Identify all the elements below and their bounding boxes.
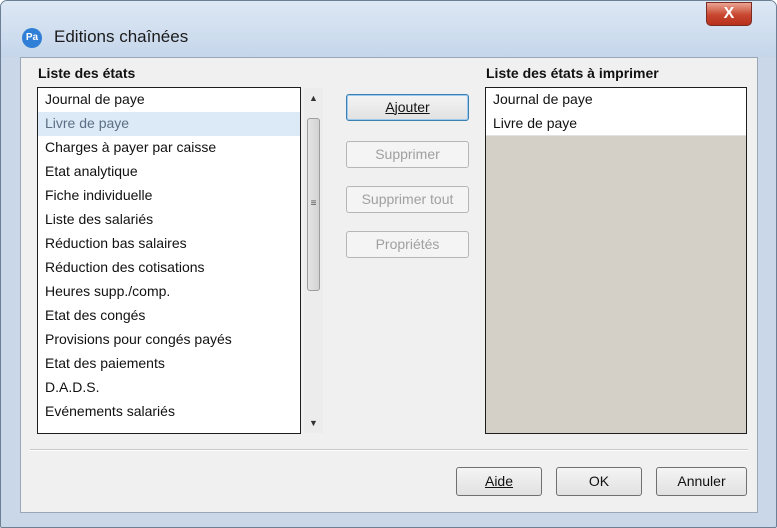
separator	[30, 449, 748, 451]
list-item[interactable]: Journal de paye	[486, 88, 746, 112]
reports-to-print-list[interactable]: Journal de paye Livre de paye	[485, 87, 747, 434]
remove-button-label: Supprimer	[375, 146, 440, 162]
close-icon: X	[723, 5, 735, 22]
properties-button-label: Propriétés	[375, 236, 440, 252]
list-item[interactable]: Provisions pour congés payés	[38, 328, 300, 352]
list-item[interactable]: Fiche individuelle	[38, 184, 300, 208]
list-item[interactable]: Etat des paiements	[38, 352, 300, 376]
ok-button-label: OK	[588, 473, 610, 489]
editions-dialog: Pa Editions chaînées X Liste des états J…	[0, 0, 777, 528]
list-item-selected[interactable]: Livre de paye	[38, 112, 300, 136]
window-title: Editions chaînées	[54, 27, 189, 46]
list-item[interactable]: Réduction bas salaires	[38, 232, 300, 256]
list-item[interactable]: D.A.D.S.	[38, 376, 300, 400]
list-item[interactable]: Livre de paye	[486, 112, 746, 136]
scrollbar-thumb[interactable]: ≡	[307, 118, 320, 291]
list-item[interactable]: Etat des congés	[38, 304, 300, 328]
list-item[interactable]: Journal de paye	[38, 88, 300, 112]
remove-all-button[interactable]: Supprimer tout	[346, 186, 469, 213]
left-list-label: Liste des états	[38, 65, 136, 81]
vertical-scrollbar[interactable]: ▲ ≡ ▼	[304, 88, 323, 433]
list-item[interactable]: Liste des salariés	[38, 208, 300, 232]
cancel-button-label: Annuler	[677, 473, 726, 489]
close-button[interactable]: X	[706, 2, 752, 26]
right-list-label: Liste des états à imprimer	[486, 65, 659, 81]
list-item[interactable]: Etat analytique	[38, 160, 300, 184]
cancel-button[interactable]: Annuler	[656, 467, 747, 496]
properties-button[interactable]: Propriétés	[346, 231, 469, 258]
remove-all-button-label: Supprimer tout	[361, 191, 454, 207]
ok-button[interactable]: OK	[556, 467, 642, 496]
list-item[interactable]: Charges à payer par caisse	[38, 136, 300, 160]
grip-icon: ≡	[310, 198, 317, 209]
available-reports-list[interactable]: Journal de paye Livre de paye Charges à …	[37, 87, 301, 434]
add-button[interactable]: Ajouter	[346, 94, 469, 121]
scroll-up-icon[interactable]: ▲	[304, 93, 323, 103]
list-item[interactable]: Heures supp./comp.	[38, 280, 300, 304]
help-button[interactable]: Aide	[456, 467, 542, 496]
remove-button[interactable]: Supprimer	[346, 141, 469, 168]
add-button-label: Ajouter	[385, 99, 430, 115]
title-bar[interactable]: Pa Editions chaînées X	[1, 1, 776, 57]
app-icon: Pa	[22, 28, 42, 48]
list-item[interactable]: Réduction des cotisations	[38, 256, 300, 280]
scroll-down-icon[interactable]: ▼	[304, 418, 323, 428]
help-button-label: Aide	[484, 473, 514, 489]
list-item[interactable]: Evénements salariés	[38, 400, 300, 424]
